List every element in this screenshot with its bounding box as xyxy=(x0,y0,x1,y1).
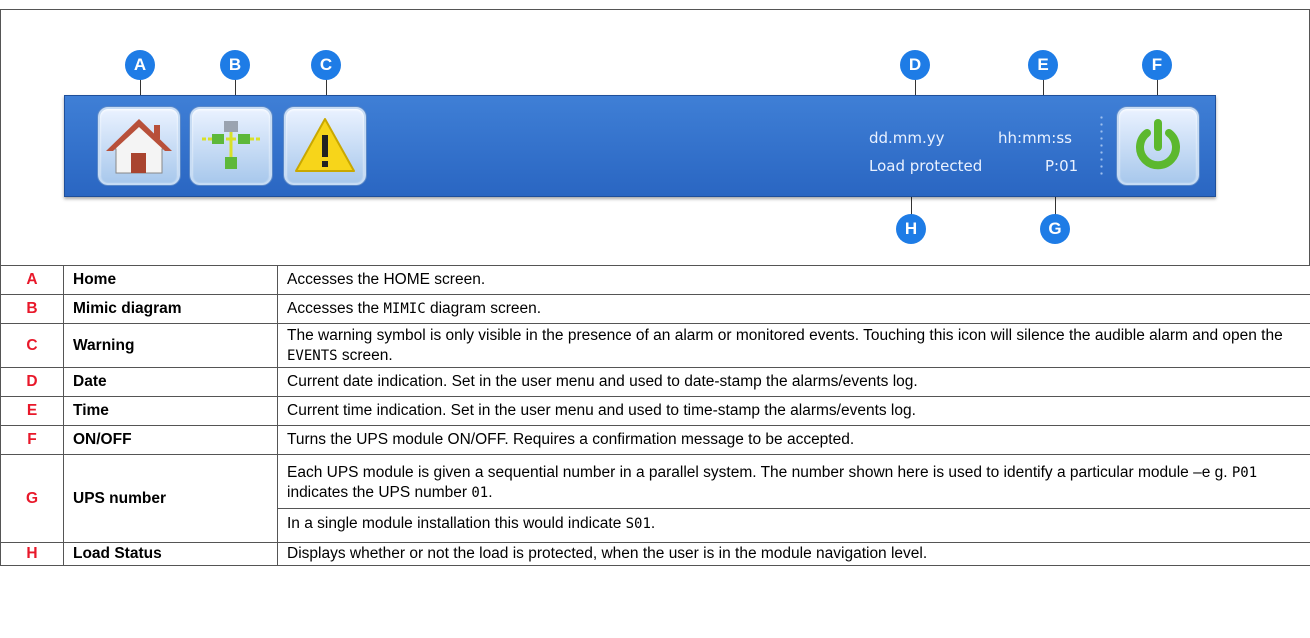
legend-row-d: D Date Current date indication. Set in the… xyxy=(0,367,1310,397)
warning-button[interactable] xyxy=(284,107,366,185)
callout-e: E xyxy=(1028,50,1058,80)
date-readout: dd.mm.yy xyxy=(869,129,945,147)
legend-letter: B xyxy=(0,294,64,324)
legend-description: Accesses the MIMIC diagram screen. xyxy=(277,294,1310,324)
load-status-readout: Load protected xyxy=(869,157,983,175)
callout-c: C xyxy=(311,50,341,80)
code-term: P01 xyxy=(1231,465,1258,481)
legend-name: ON/OFF xyxy=(63,425,278,455)
description-line: Current date indication. Set in the user… xyxy=(287,373,918,390)
legend-letter: E xyxy=(0,396,64,426)
power-icon xyxy=(1136,119,1180,170)
separator-dots xyxy=(1100,114,1103,176)
code-term: 01 xyxy=(471,485,489,501)
description-line: Displays whether or not the load is prot… xyxy=(287,545,928,562)
time-readout: hh:mm:ss xyxy=(998,129,1072,147)
callout-h: H xyxy=(896,214,926,244)
legend-description: Each UPS module is given a sequential nu… xyxy=(277,454,1310,543)
legend-description: Current time indication. Set in the user… xyxy=(277,396,1310,426)
legend-description: Turns the UPS module ON/OFF. Requires a … xyxy=(277,425,1310,455)
home-button[interactable] xyxy=(98,107,180,185)
legend-description: Displays whether or not the load is prot… xyxy=(277,542,1310,566)
description-line: Accesses the MIMIC diagram screen. xyxy=(287,300,542,317)
legend-letter: D xyxy=(0,367,64,397)
callout-a: A xyxy=(125,50,155,80)
legend-letter: C xyxy=(0,323,64,368)
ups-number-readout: P:01 xyxy=(1045,157,1079,175)
description-line: Current time indication. Set in the user… xyxy=(287,402,916,419)
status-bar: dd.mm.yy hh:mm:ss Load protected P:01 xyxy=(64,95,1216,197)
legend-letter: H xyxy=(0,542,64,566)
legend-letter: G xyxy=(0,454,64,543)
legend-table: A Home Accesses the HOME screen. B Mimic dia… xyxy=(0,265,1310,566)
legend-row-h: H Load Status Displays whether or not the … xyxy=(0,542,1310,566)
warning-icon xyxy=(295,118,355,172)
mimic-diagram-button[interactable] xyxy=(190,107,272,185)
callout-f: F xyxy=(1142,50,1172,80)
legend-name: Home xyxy=(63,265,278,295)
mimic-diagram-icon xyxy=(202,121,260,169)
description-line: In a single module installation this wou… xyxy=(278,508,1310,539)
legend-description: Accesses the HOME screen. xyxy=(277,265,1310,295)
legend-name: Mimic diagram xyxy=(63,294,278,324)
legend-description: Current date indication. Set in the user… xyxy=(277,367,1310,397)
callout-g: G xyxy=(1040,214,1070,244)
legend-letter: F xyxy=(0,425,64,455)
legend-name: UPS number xyxy=(63,454,278,543)
legend-name: Time xyxy=(63,396,278,426)
legend-name: Date xyxy=(63,367,278,397)
home-icon xyxy=(106,119,172,174)
legend-name: Load Status xyxy=(63,542,278,566)
power-button[interactable] xyxy=(1117,107,1199,185)
legend-row-f: F ON/OFF Turns the UPS module ON/OFF. Requ… xyxy=(0,425,1310,455)
legend-description: The warning symbol is only visible in th… xyxy=(277,323,1310,368)
legend-row-e: E Time Current time indication. Set in the… xyxy=(0,396,1310,426)
description-line: Each UPS module is given a sequential nu… xyxy=(287,464,1258,501)
description-line: The warning symbol is only visible in th… xyxy=(287,326,1283,364)
description-line: Accesses the HOME screen. xyxy=(287,271,486,288)
legend-row-a: A Home Accesses the HOME screen. xyxy=(0,265,1310,295)
code-term: MIMIC xyxy=(383,301,426,317)
page-frame: dd.mm.yy hh:mm:ss Load protected P:01 A … xyxy=(0,9,1310,638)
code-term: S01 xyxy=(625,516,651,532)
code-term: EVENTS xyxy=(287,347,338,364)
legend-name: Warning xyxy=(63,323,278,368)
legend-letter: A xyxy=(0,265,64,295)
legend-row-g: G UPS number Each UPS module is given a se… xyxy=(0,454,1310,543)
callout-d: D xyxy=(900,50,930,80)
legend-row-b: B Mimic diagram Accesses the MIMIC diagram… xyxy=(0,294,1310,324)
callout-b: B xyxy=(220,50,250,80)
ui-illustration: dd.mm.yy hh:mm:ss Load protected P:01 A … xyxy=(0,9,1310,265)
description-line: Turns the UPS module ON/OFF. Requires a … xyxy=(287,431,855,448)
legend-row-c: C Warning The warning symbol is only visib… xyxy=(0,323,1310,368)
